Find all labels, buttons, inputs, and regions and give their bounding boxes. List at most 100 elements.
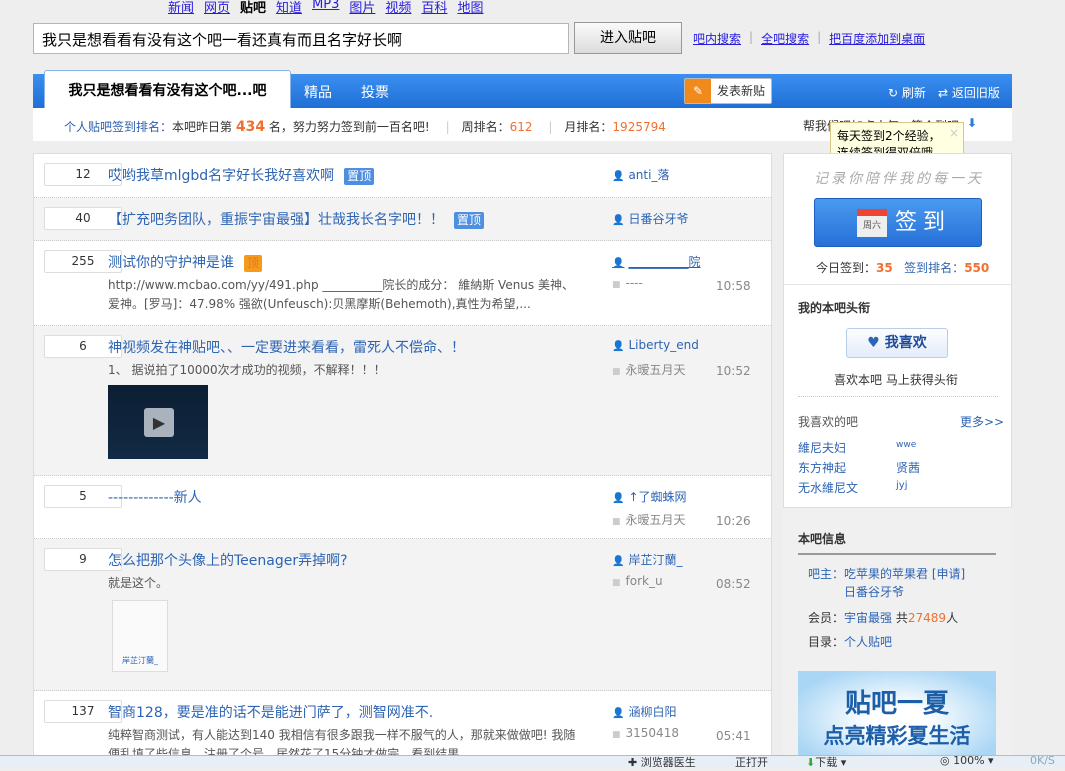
thread-row: 12 哎哟我草mlgbd名字好长我好喜欢啊置顶 anti_落: [34, 154, 771, 198]
nav-baike[interactable]: 百科: [421, 0, 447, 16]
thread-row: 6 神视频发在神贴吧、、一定要进来看看，雷死人不偿命、！ 1、 据说拍了1000…: [34, 326, 771, 476]
old-version-button[interactable]: ⇄ 返回旧版: [938, 84, 1000, 101]
fav-bar-link[interactable]: 維尼夫妇: [798, 439, 846, 456]
dir-label: 目录：: [808, 635, 845, 649]
tooltip-line1: 每天签到2个经验，: [837, 129, 941, 143]
fav-bar-link[interactable]: 东方神起: [798, 459, 846, 476]
last-replier[interactable]: 永暧五月天: [612, 361, 686, 378]
owner-link[interactable]: 吃苹果的苹果君: [844, 567, 928, 581]
week-rank-label: 周排名：: [461, 120, 510, 134]
nav-images[interactable]: 图片: [349, 0, 375, 16]
thread-list: 12 哎哟我草mlgbd名字好长我好喜欢啊置顶 anti_落 40 【扩充吧务团…: [33, 153, 772, 767]
reply-time: 08:52: [716, 577, 751, 591]
enter-tieba-button[interactable]: 进入贴吧: [574, 22, 682, 54]
bar-info-panel: 本吧信息 吧主：吃苹果的苹果君 [申请] 日番谷牙爷 会员：宇宙最强 共2748…: [783, 508, 1012, 767]
thread-author[interactable]: ↑了蜘蛛网: [612, 488, 686, 505]
banner-title: 贴吧一夏: [844, 689, 949, 719]
sign-rank-label[interactable]: 签到排名：: [904, 261, 964, 275]
search-input[interactable]: 我只是想看看有没有这个吧一看还真有而且名字好长啊: [33, 23, 569, 54]
refresh-button[interactable]: ↻ 刷新: [888, 84, 926, 101]
reply-time: 10:52: [716, 364, 751, 378]
nav-news[interactable]: 新闻: [168, 0, 194, 16]
doctor-label: 浏览器医生: [640, 756, 696, 767]
fav-bar-link[interactable]: jyj: [896, 480, 907, 491]
sign-label: 签到: [895, 210, 952, 235]
close-icon[interactable]: ×: [949, 125, 959, 142]
search-all-link[interactable]: 全吧搜索: [761, 30, 809, 47]
speed: 0K/S: [1030, 755, 1055, 767]
tab-vote[interactable]: 投票: [361, 82, 389, 102]
rank-post: 名，努力努力签到前一百名吧!: [268, 120, 430, 134]
member-name-link[interactable]: 宇宙最强: [844, 611, 892, 625]
thread-title[interactable]: 【扩充吧务团队，重振宇宙最强】壮哉我长名字吧！！ 置顶: [108, 209, 485, 229]
thread-title[interactable]: 怎么把那个头像上的Teenager弄掉啊?: [108, 550, 348, 570]
rank-label[interactable]: 个人贴吧签到排名：: [64, 120, 172, 134]
thread-author[interactable]: __________院: [612, 253, 700, 270]
last-replier[interactable]: 永暧五月天: [612, 511, 686, 528]
pinned-badge: 置顶: [454, 212, 485, 229]
add-to-desktop-link[interactable]: 把百度添加到桌面: [829, 30, 925, 47]
last-replier[interactable]: ----: [612, 276, 643, 290]
like-label: 我喜欢: [884, 335, 927, 351]
fav-bar-link[interactable]: 贤茜: [896, 459, 920, 476]
thread-title[interactable]: 智商128，要是准的话不是能进门萨了，测智网准不.: [108, 702, 433, 722]
thread-title[interactable]: 哎哟我草mlgbd名字好长我好喜欢啊 置顶: [108, 165, 375, 185]
today-sign-count: 35: [876, 261, 893, 275]
calendar-icon: 周六: [857, 209, 887, 237]
thread-row: 40 【扩充吧务团队，重振宇宙最强】壮哉我长名字吧！！置顶 日番谷牙爷: [34, 198, 771, 241]
week-rank: 612: [509, 120, 533, 134]
image-thumbnail[interactable]: 岸芷汀蘭_: [112, 600, 168, 672]
tab-featured[interactable]: 精品: [304, 82, 332, 102]
thread-author[interactable]: 日番谷牙爷: [612, 210, 688, 227]
nav-map[interactable]: 地图: [457, 0, 483, 16]
slogan: 记录你陪伴我的每一天: [814, 171, 984, 187]
apply-link[interactable]: [申请]: [932, 567, 965, 581]
thread-abstract: http://www.mcbao.com/yy/491.php ________…: [108, 278, 574, 311]
thread-title[interactable]: 神视频发在神贴吧、、一定要进来看看，雷死人不偿命、！: [108, 337, 465, 357]
download-button[interactable]: ⬇下载 ▾: [806, 756, 846, 767]
thread-title[interactable]: 测试你的守护神是谁顶: [108, 252, 263, 272]
summer-banner[interactable]: 贴吧一夏点亮精彩夏生活: [798, 671, 996, 767]
play-icon[interactable]: ▶: [144, 408, 174, 437]
thread-title-text[interactable]: 测试你的守护神是谁: [108, 255, 234, 271]
thread-abstract: 1、 据说拍了10000次才成功的视频，不解释！！！: [108, 363, 386, 377]
nav-mp3[interactable]: MP3: [312, 0, 339, 16]
thread-title-text[interactable]: 【扩充吧务团队，重振宇宙最强】壮哉我长名字吧！！: [108, 212, 444, 228]
video-thumbnail[interactable]: ▶: [108, 385, 208, 459]
search-in-bar-link[interactable]: 吧内搜索: [693, 30, 741, 47]
browser-doctor[interactable]: ✚ 浏览器医生: [628, 756, 696, 767]
more-link[interactable]: 更多>>: [960, 413, 1004, 430]
member-label: 会员：: [808, 611, 845, 625]
thread-title[interactable]: -------------新人: [108, 487, 202, 507]
nav-video[interactable]: 视频: [385, 0, 411, 16]
old-version-label: 返回旧版: [951, 86, 1000, 100]
open-status: 正打开: [735, 756, 768, 767]
last-replier[interactable]: fork_u: [612, 574, 663, 588]
thread-author[interactable]: 岸芷汀蘭_: [612, 551, 682, 568]
tab-home[interactable]: 我只是想看看有没有这个吧...吧: [44, 70, 291, 109]
thread-title-text[interactable]: 哎哟我草mlgbd名字好长我好喜欢啊: [108, 168, 334, 184]
search-links: 吧内搜索 | 全吧搜索 | 把百度添加到桌面: [693, 30, 926, 47]
month-rank: 1925794: [612, 120, 666, 134]
arrow-down-icon[interactable]: ⬇: [967, 116, 977, 130]
nav-zhidao[interactable]: 知道: [276, 0, 302, 16]
like-button[interactable]: ♥ 我喜欢: [846, 328, 948, 358]
rank-pre: 本吧昨日第: [172, 120, 233, 134]
banner-subtitle: 点亮精彩夏生活: [823, 724, 971, 748]
dir-link[interactable]: 个人贴吧: [844, 635, 892, 649]
last-replier[interactable]: 3150418: [612, 726, 679, 740]
like-tip: 喜欢本吧 马上获得头衔: [834, 373, 958, 387]
fav-bar-link[interactable]: 无水維尼文: [798, 479, 858, 496]
reply-time: 10:58: [716, 279, 751, 293]
owner-link[interactable]: 日番谷牙爷: [844, 583, 904, 600]
browser-status-bar: ✚ 浏览器医生 正打开 ⬇下载 ▾ ◎ 100% ▾ 0K/S: [0, 755, 1065, 767]
pencil-icon: ✎: [685, 79, 711, 103]
nav-web[interactable]: 网页: [204, 0, 230, 16]
fav-bar-link[interactable]: wwe: [896, 440, 916, 450]
thread-author[interactable]: 涵柳白阳: [612, 703, 676, 720]
new-post-button[interactable]: ✎ 发表新贴: [684, 78, 772, 104]
thread-author[interactable]: Liberty_end: [612, 338, 698, 352]
sign-in-button[interactable]: 周六 签到: [814, 198, 982, 247]
thread-author[interactable]: anti_落: [612, 166, 669, 183]
zoom-control[interactable]: ◎ 100% ▾: [940, 756, 994, 767]
